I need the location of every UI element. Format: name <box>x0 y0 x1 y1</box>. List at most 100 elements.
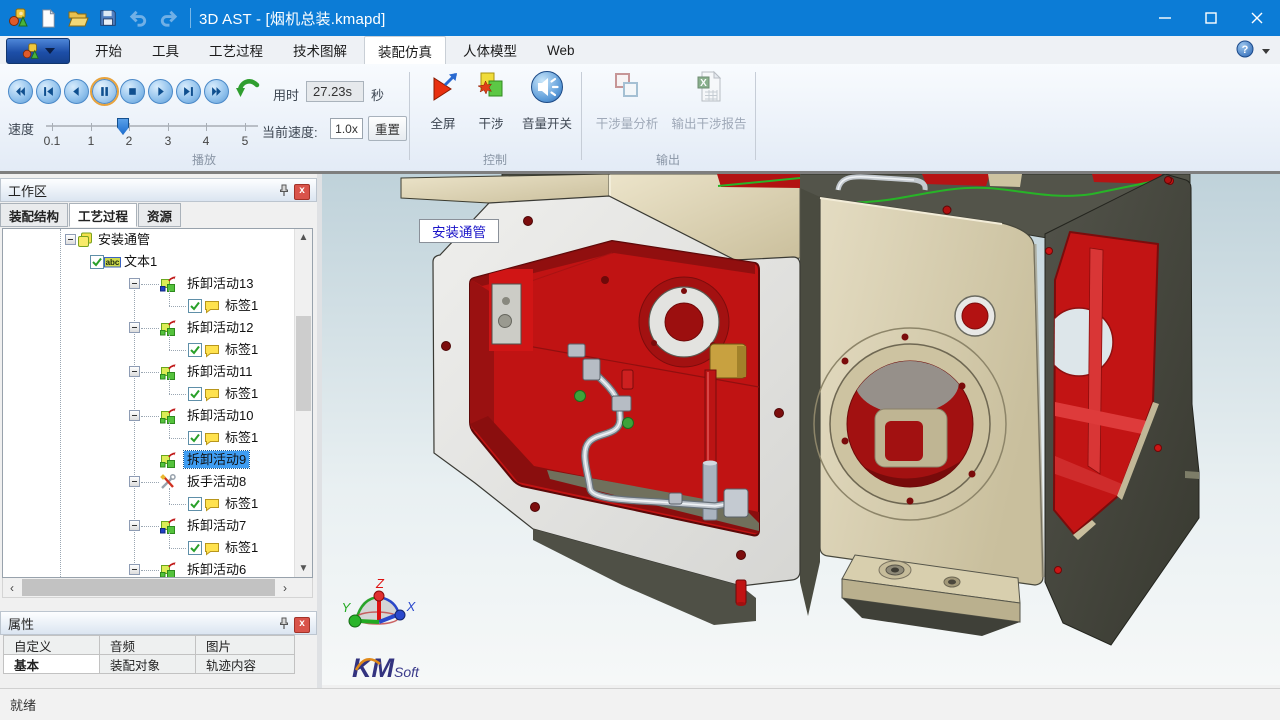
tree-item-安装通管[interactable]: 安装通管 <box>3 229 312 251</box>
scrollbar-thumb[interactable] <box>296 316 311 411</box>
tree-item-label[interactable]: 扳手活动8 <box>184 473 249 490</box>
help-icon[interactable]: ? <box>1236 40 1254 63</box>
tree-item-拆卸活动12[interactable]: 拆卸活动12 <box>3 317 312 339</box>
current-speed-value[interactable]: 1.0x <box>330 118 363 139</box>
fast-forward-button[interactable] <box>204 79 229 104</box>
ribbon-tab-5[interactable]: 人体模型 <box>450 36 530 64</box>
maximize-button[interactable] <box>1188 0 1234 36</box>
tree-item-拆卸活动9[interactable]: 拆卸活动9 <box>3 449 312 471</box>
tree-item-文本1[interactable]: abc文本1 <box>3 251 312 273</box>
tree-item-标签1[interactable]: 标签1 <box>3 339 312 361</box>
scrollbar-thumb[interactable] <box>22 579 275 596</box>
workspace-tab-1[interactable]: 工艺过程 <box>69 203 137 227</box>
property-tab-轨迹内容[interactable]: 轨迹内容 <box>195 654 295 674</box>
tree-horizontal-scrollbar[interactable]: ‹ › <box>2 578 313 598</box>
app-menu-button[interactable] <box>6 38 70 64</box>
scroll-down-arrow[interactable]: ▼ <box>295 560 312 577</box>
help-caret-icon[interactable] <box>1262 49 1270 54</box>
workspace-close-icon[interactable]: x <box>294 184 310 200</box>
tree-expander[interactable] <box>65 234 76 245</box>
undo-icon[interactable] <box>126 6 150 30</box>
tree-item-标签1[interactable]: 标签1 <box>3 493 312 515</box>
tree-expander[interactable] <box>129 564 140 575</box>
ribbon-tab-6[interactable]: Web <box>534 36 588 64</box>
replay-icon[interactable] <box>236 78 260 105</box>
speed-slider[interactable] <box>44 118 258 134</box>
tree-expander[interactable] <box>129 476 140 487</box>
tree-item-label[interactable]: 拆卸活动10 <box>184 407 256 424</box>
viewport-3d[interactable]: Z X Y KM Soft 安装通管 <box>322 174 1280 685</box>
tree-checkbox[interactable] <box>188 387 202 401</box>
workspace-tab-0[interactable]: 装配结构 <box>0 203 68 227</box>
new-file-icon[interactable] <box>36 6 60 30</box>
tree-item-拆卸活动10[interactable]: 拆卸活动10 <box>3 405 312 427</box>
tree-vertical-scrollbar[interactable]: ▲ ▼ <box>294 229 312 577</box>
play-back-button[interactable] <box>64 79 89 104</box>
scroll-left-arrow[interactable]: ‹ <box>3 578 21 597</box>
tree-expander[interactable] <box>129 322 140 333</box>
tree-item-label[interactable]: 拆卸活动7 <box>184 517 249 534</box>
tree-item-label[interactable]: 文本1 <box>121 253 160 270</box>
tree-item-label[interactable]: 标签1 <box>222 539 261 556</box>
tree-item-标签1[interactable]: 标签1 <box>3 537 312 559</box>
tree-item-拆卸活动13[interactable]: 拆卸活动13 <box>3 273 312 295</box>
scroll-up-arrow[interactable]: ▲ <box>295 229 312 246</box>
close-button[interactable] <box>1234 0 1280 36</box>
tree-item-拆卸活动7[interactable]: 拆卸活动7 <box>3 515 312 537</box>
workspace-tab-2[interactable]: 资源 <box>138 203 181 227</box>
skip-start-button[interactable] <box>36 79 61 104</box>
properties-close-icon[interactable]: x <box>294 617 310 633</box>
tree-item-label[interactable]: 标签1 <box>222 297 261 314</box>
tree-item-label[interactable]: 标签1 <box>222 385 261 402</box>
tree-item-扳手活动8[interactable]: 扳手活动8 <box>3 471 312 493</box>
stop-button[interactable] <box>120 79 145 104</box>
reset-button[interactable]: 重置 <box>368 116 407 141</box>
tree-item-拆卸活动6[interactable]: 拆卸活动6 <box>3 559 312 578</box>
tree-item-标签1[interactable]: 标签1 <box>3 427 312 449</box>
property-tab-音频[interactable]: 音频 <box>99 635 196 655</box>
tree-expander[interactable] <box>129 410 140 421</box>
pause-button[interactable] <box>92 79 117 104</box>
property-tab-图片[interactable]: 图片 <box>195 635 295 655</box>
tree-checkbox[interactable] <box>188 497 202 511</box>
tree-item-label[interactable]: 拆卸活动11 <box>184 363 256 380</box>
property-tab-自定义[interactable]: 自定义 <box>3 635 100 655</box>
minimize-button[interactable] <box>1142 0 1188 36</box>
play-button[interactable] <box>148 79 173 104</box>
tree-item-标签1[interactable]: 标签1 <box>3 383 312 405</box>
redo-icon[interactable] <box>156 6 180 30</box>
output-report-button[interactable]: X 输出干涉报告 <box>666 70 752 132</box>
tree-expander[interactable] <box>129 278 140 289</box>
pin-icon[interactable] <box>278 184 290 200</box>
tree-item-label[interactable]: 拆卸活动6 <box>184 561 249 578</box>
tree-item-label[interactable]: 拆卸活动9 <box>184 451 249 468</box>
tree-checkbox[interactable] <box>188 541 202 555</box>
tree-checkbox[interactable] <box>90 255 104 269</box>
ribbon-tab-3[interactable]: 技术图解 <box>280 36 360 64</box>
interference-button[interactable]: 干涉 <box>469 70 513 132</box>
skip-end-button[interactable] <box>176 79 201 104</box>
property-tab-基本[interactable]: 基本 <box>3 654 100 674</box>
slider-thumb[interactable] <box>117 118 129 135</box>
tree-item-拆卸活动11[interactable]: 拆卸活动11 <box>3 361 312 383</box>
tree-item-label[interactable]: 拆卸活动13 <box>184 275 256 292</box>
ribbon-tab-0[interactable]: 开始 <box>82 36 135 64</box>
panel-splitter[interactable] <box>0 598 317 611</box>
pin-icon[interactable] <box>278 617 290 633</box>
ribbon-tab-1[interactable]: 工具 <box>139 36 192 64</box>
tree-item-label[interactable]: 拆卸活动12 <box>184 319 256 336</box>
ribbon-tab-4[interactable]: 装配仿真 <box>364 36 446 65</box>
property-tab-装配对象[interactable]: 装配对象 <box>99 654 196 674</box>
save-icon[interactable] <box>96 6 120 30</box>
rewind-button[interactable] <box>8 79 33 104</box>
tree-checkbox[interactable] <box>188 299 202 313</box>
volume-toggle-button[interactable]: 音量开关 <box>516 70 578 132</box>
tree-item-标签1[interactable]: 标签1 <box>3 295 312 317</box>
tree-item-label[interactable]: 标签1 <box>222 429 261 446</box>
fullscreen-button[interactable]: 全屏 <box>421 70 465 132</box>
tree-item-label[interactable]: 安装通管 <box>95 231 153 248</box>
tree-item-label[interactable]: 标签1 <box>222 495 261 512</box>
interference-analysis-button[interactable]: 干涉量分析 <box>588 70 666 132</box>
tree-expander[interactable] <box>129 366 140 377</box>
tree-checkbox[interactable] <box>188 343 202 357</box>
